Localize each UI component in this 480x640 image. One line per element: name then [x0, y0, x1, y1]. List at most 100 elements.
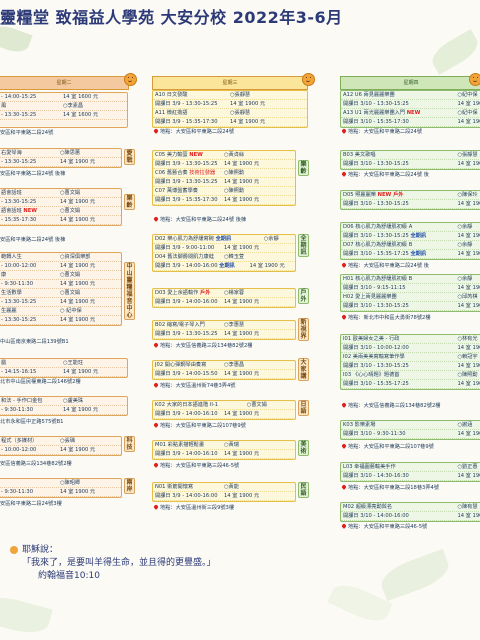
course-card[interactable]: 右愛琴海 ○陳思蕙 - 13:30-15:25 14 室 1900 元	[0, 148, 122, 168]
course-card[interactable]: B03 美文歌唱 ○張靜慧 開課日 3/10 - 13:30-15:25 14 室 …	[340, 150, 480, 170]
course-teacher: ○王能玨	[63, 360, 84, 366]
course-card[interactable]: - 14:00-15:25 14 室 1600 元 風 ○李素昌 - 13:30-1…	[0, 92, 128, 128]
course-time: - 14:15-16:15	[1, 369, 37, 375]
location-text: 地點：大安區和平東路二段24號 後	[341, 262, 429, 270]
course-fee: 14 室 1900 元	[224, 197, 260, 203]
course-title: B02 縮寫/電子琴入門	[155, 322, 205, 328]
course-time: 開課日 3/9 - 13:30-15:25	[155, 101, 218, 107]
course-card[interactable]: L03 幸福圓藝輸美手作 ○劉正惠 開課日 3/10 - 14:30-16:30 1…	[340, 462, 480, 482]
course-card[interactable]: C05 美力輸蛋 NEW ○黃貞絲 開課日 3/9 - 13:30-15:25 14…	[152, 150, 296, 206]
map-pin-icon	[341, 443, 347, 449]
course-title: 戲	[1, 360, 7, 366]
location-text: 安區和平東路二段24號 後棟	[0, 237, 66, 243]
course-fee: 14 室 1900 元	[224, 161, 260, 167]
course-card[interactable]: A12 U6 兩見麗麗樂團 ○紀中保 開課日 3/10 - 13:30-15:25…	[340, 90, 480, 128]
course-title: 右愛琴海	[1, 150, 22, 156]
course-teacher: ○盧美珠	[63, 398, 84, 404]
course-tag: 全期訊	[410, 233, 427, 239]
course-fee: 14 室 1900	[457, 285, 480, 291]
course-title: K03 影樂素場	[343, 422, 376, 428]
course-title: J02 開心彈鋼琴由奏寫	[155, 362, 207, 368]
course-card[interactable]: M02 超級漂亮勳與名 ○陳有慧 開課日 3/10 - 14:00-16:00 14…	[340, 502, 480, 522]
course-time: 開課日 3/9 - 13:30-15:25	[155, 161, 218, 167]
course-fee: 14 室 1600 元	[63, 112, 99, 118]
course-card[interactable]: H01 核心肌力為舒緩肌初級 B ○余靜 開課日 3/10 - 9:15-11:1…	[340, 274, 480, 312]
course-time: 開課日 3/10 - 14:00-16:00	[343, 513, 409, 519]
course-tag: 戶外	[200, 290, 211, 296]
location-text: 地點：大安區和平東路二段24號	[341, 128, 422, 136]
course-title: C06 舊藝合奏	[155, 170, 190, 176]
course-fee: 14 室 1900 元	[224, 331, 260, 337]
course-title: 語會話班	[1, 190, 22, 196]
course-teacher: ○余靜	[263, 236, 279, 242]
course-title: N01 衛筋開懷寫	[155, 484, 194, 490]
course-time: - 13:30-15:25	[1, 159, 37, 165]
course-card[interactable]: K03 影樂素場 ○謝涵 開課日 3/10 - 9:30-11:30 14 室 19…	[340, 420, 480, 440]
category-tag: 戶外	[298, 288, 309, 304]
course-card[interactable]: K02 大家的日本語進階 II-1 ○曹文娟 開課日 3/9 - 14:00-16…	[152, 400, 296, 420]
location-text: 地點：大安區和平東路三段46-5號	[153, 462, 239, 470]
course-time: 開課日 3/9 - 15:35-17:30	[155, 119, 218, 125]
course-card[interactable]: I01 歐美婦女之美 - 行政 ○林有光 開課日 3/10 - 10:00-12:…	[340, 334, 480, 390]
course-teacher: ○李惠昌	[224, 362, 245, 368]
course-time: - 10:00-12:00	[1, 447, 37, 453]
course-teacher: ○陳照勳	[224, 188, 245, 194]
course-card[interactable]: A10 日文發酸 ○張靜慧 開課日 3/9 - 13:30-15:25 14 室 1…	[152, 90, 308, 128]
course-title: A10 日文發酸	[155, 92, 188, 98]
course-card[interactable]: J02 開心彈鋼琴由奏寫 ○李惠昌 開課日 3/9 - 14:00-15:50 14…	[152, 360, 296, 380]
course-fee: 14 室 1900 元	[60, 317, 96, 323]
location-text: 地點：大安區和平東路二段24號 後棟	[153, 216, 246, 224]
course-title: D03 愛上余語輸作	[155, 290, 201, 296]
course-card[interactable]: 和法 - 手作口金包 ○盧美珠 - 9:30-11:30 14 室 1900 元	[0, 396, 128, 416]
course-title: I03 《心心晴題》題德首	[343, 372, 400, 378]
course-card[interactable]: ○陳昭卿 - 9:30-11:30 14 室 1900 元	[0, 478, 122, 498]
location-text: 地點：大安區和平東路三段46-5號	[341, 523, 427, 531]
location-text: 北市永和區中正路575號B1	[0, 419, 64, 425]
course-time: 開課日 3/10 - 10:00-12:00	[343, 345, 409, 351]
course-time: 開課日 3/10 - 15:35-17:25	[343, 251, 411, 257]
course-fee: 14 室 190	[457, 513, 480, 519]
course-fee: 14 室 190	[457, 345, 480, 351]
location-text: 地點：大安區信義路三段134巷82號2樓	[153, 342, 252, 350]
course-card[interactable]: 程式（多媒材） ○張瑀 - 10:00-12:00 14 室 1900 元	[0, 436, 122, 456]
course-time: - 9:30-11:30	[1, 489, 33, 495]
course-title: I01 歐美婦女之美 - 行政	[343, 336, 400, 342]
course-teacher: ○邱芮棋	[457, 294, 478, 300]
course-fee: 14 室 190	[457, 431, 480, 437]
course-card[interactable]: N01 衛筋開懷寫 ○黃能 開課日 3/9 - 14:00-16:00 14 室 1…	[152, 482, 296, 502]
course-card[interactable]: D03 愛上余語輸作 戶外 ○楊家蓉 開課日 3/9 - 14:00-16:00 1…	[152, 288, 296, 308]
course-fee: 14 室 190	[457, 363, 480, 369]
course-time: 開課日 3/9 - 14:00-16:00	[155, 493, 218, 499]
quote-reference: 約翰福音10:10	[38, 571, 100, 581]
course-fee: 14 室 1900	[457, 119, 480, 125]
course-card[interactable]: D05 照麗麗樂 NEW 戶外 ○陳保玲 開課日 3/10 - 13:30-15:…	[340, 190, 480, 210]
course-teacher: ○張靜慧	[457, 152, 478, 158]
course-title: D04 舊法腳爵閱肌力康蛙	[155, 254, 214, 260]
course-time: 開課日 3/9 - 14:00-16:00	[155, 299, 218, 305]
course-teacher: ○陳照勳	[224, 170, 245, 176]
course-time: 開課日 3/9 - 14:00-16:10	[155, 451, 218, 457]
course-time: 開課日 3/9 - 13:30-15:25	[155, 331, 218, 337]
course-fee: 14 室 1900	[457, 161, 480, 167]
course-time: 開課日 3/9 - 13:30-15:25	[155, 179, 218, 185]
course-card[interactable]: 語會話班 ○曹文娟 - 13:30-15:25 14 室 1900 元 語會話班 N…	[0, 188, 122, 226]
course-card[interactable]: M01 彩點素描輕鬆畫 ○黃瑞 開課日 3/9 - 14:00-16:10 14 室…	[152, 440, 296, 460]
course-teacher: ○黃能	[224, 484, 239, 490]
new-badge: NEW 戶外	[377, 192, 404, 198]
course-card[interactable]: 範轉人生 ○資深俱樂部 - 10:00-12:00 14 室 1900 元 康 ○曹文…	[0, 252, 122, 326]
course-card[interactable]: D06 核心肌力為舒緩肌初級 A ○余靜 開課日 3/10 - 13:30-15:…	[340, 222, 480, 260]
new-badge: NEW	[406, 110, 421, 116]
location-text: 安區信義路三段134巷82號2樓	[0, 461, 72, 467]
course-teacher: ○張瑀	[60, 438, 75, 444]
course-title: 風	[1, 103, 7, 109]
course-teacher: ○李惠慧	[224, 322, 245, 328]
course-card[interactable]: D02 樂心肌力為舒緩寫碗 全期訊 ○余靜 開課日 3/9 - 9:00-11:0…	[152, 234, 296, 272]
course-card[interactable]: B02 縮寫/電子琴入門 ○李惠慧 開課日 3/9 - 13:30-15:25 14…	[152, 320, 296, 340]
map-pin-icon	[341, 402, 347, 408]
location-text: 地點：大安區和平東路二段18巷3弄4號	[341, 484, 439, 492]
course-card[interactable]: 戲 ○王能玨 - 14:15-16:15 14 室 1900 元	[0, 358, 128, 378]
location-text: 地點：新北市中和區大勇街78號2樓	[341, 314, 431, 322]
location-text: 地點：大安區和平東路二段107巷9號	[341, 443, 434, 451]
course-time: 開課日 3/10 - 13:30-15:25	[343, 161, 409, 167]
map-pin-icon	[153, 216, 159, 222]
